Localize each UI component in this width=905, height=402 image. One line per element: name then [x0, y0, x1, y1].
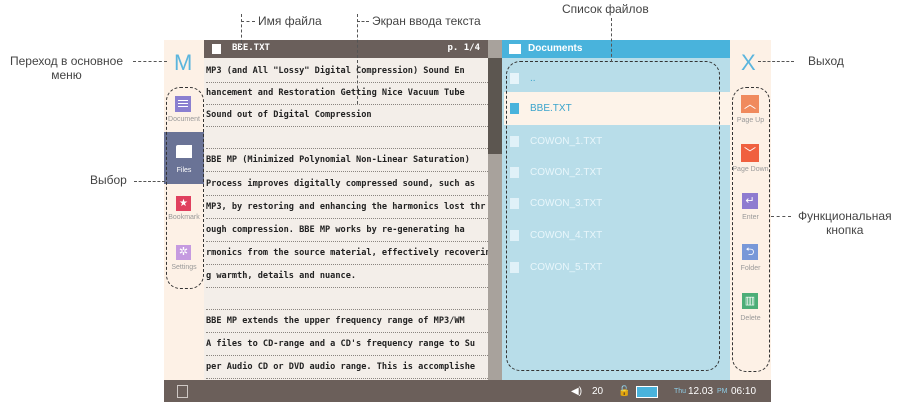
leader-line [611, 18, 612, 62]
file-list-header: Documents [502, 40, 730, 58]
text-line: BBE MP extends the upper frequency range… [206, 311, 488, 333]
callout-select: Выбор [90, 173, 127, 187]
exit-button[interactable]: X [741, 50, 756, 76]
text-line: Sound out of Digital Compression [206, 105, 488, 127]
battery-icon [636, 386, 658, 398]
lock-icon: 🔓 [618, 386, 631, 397]
folder-icon [509, 44, 521, 54]
file-list-region [506, 61, 720, 371]
volume-level: 20 [592, 386, 604, 397]
function-region [732, 87, 770, 372]
ampm-label: PM [717, 388, 728, 395]
text-line [206, 127, 488, 149]
day-label: Thu [674, 388, 687, 395]
leader-line [241, 21, 255, 22]
leader-line [134, 181, 165, 182]
text-line: g warmth, details and nuance. [206, 266, 488, 288]
text-file-icon [212, 44, 221, 54]
leader-line [357, 14, 358, 104]
leader-line [771, 216, 791, 217]
leader-line [357, 21, 369, 22]
main-menu-button[interactable]: M [174, 50, 192, 76]
text-line: A files to CD-range and a CD's frequency… [206, 334, 488, 356]
leader-line [241, 14, 242, 48]
text-line: per Audio CD or DVD audio range. This is… [206, 357, 488, 379]
callout-main-menu: Переход в основное меню [10, 54, 124, 82]
menu-icon[interactable] [177, 385, 188, 398]
callout-file-name: Имя файла [258, 14, 322, 28]
callout-text-screen: Экран ввода текста [372, 14, 481, 28]
current-folder: Documents [528, 43, 583, 54]
text-line: ough compression. BBE MP works by re-gen… [206, 220, 488, 242]
select-region [166, 87, 204, 289]
callout-function-button: Функциональная кнопка [798, 209, 892, 237]
text-line: BBE MP (Minimized Polynomial Non-Linear … [206, 150, 488, 172]
speaker-icon: ◀) [571, 386, 583, 397]
text-line: MP3, by restoring and enhancing the harm… [206, 197, 488, 219]
text-line: rmonics from the source material, effect… [206, 243, 488, 265]
text-line: Process improves digitally compressed so… [206, 174, 488, 196]
text-title-bar: BBE.TXT p. 1/4 [204, 40, 488, 58]
text-line [206, 288, 488, 310]
leader-line [758, 61, 794, 62]
text-line: hancement and Restoration Getting Nice V… [206, 83, 488, 105]
page-indicator: p. 1/4 [447, 43, 480, 53]
text-line: MP3 (and All "Lossy" Digital Compression… [206, 61, 488, 83]
clock-label: 06:10 [731, 386, 757, 397]
file-name: BBE.TXT [232, 43, 270, 53]
callout-exit: Выход [808, 54, 844, 68]
scrollbar-thumb[interactable] [488, 58, 502, 154]
callout-file-list: Список файлов [562, 2, 649, 16]
date-label: 12.03 [688, 386, 714, 397]
leader-line [133, 61, 167, 62]
